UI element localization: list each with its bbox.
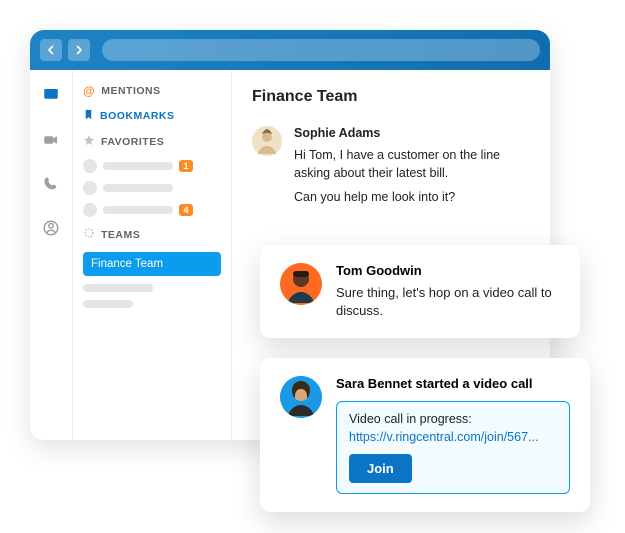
- sidebar-favorites-header[interactable]: FAVORITES: [83, 134, 221, 149]
- bookmarks-label: BOOKMARKS: [100, 110, 175, 122]
- mentions-label: MENTIONS: [101, 85, 160, 97]
- message-line: Can you help me look into it?: [294, 188, 514, 206]
- teams-icon: [83, 227, 95, 242]
- unread-badge: 1: [179, 160, 193, 172]
- titlebar: [30, 30, 550, 70]
- nav-forward-button[interactable]: [68, 39, 90, 61]
- team-item[interactable]: [83, 300, 221, 308]
- star-icon: [83, 134, 95, 149]
- sidebar: @ MENTIONS BOOKMARKS FAVORITES 1: [72, 70, 232, 440]
- avatar-placeholder: [83, 203, 97, 217]
- reply-author: Tom Goodwin: [336, 263, 560, 278]
- sidebar-bookmarks[interactable]: BOOKMARKS: [83, 108, 221, 124]
- teams-label: TEAMS: [101, 229, 140, 241]
- favorite-item[interactable]: 4: [83, 203, 221, 217]
- text-placeholder: [103, 184, 173, 192]
- reply-card: Tom Goodwin Sure thing, let's hop on a v…: [260, 245, 580, 338]
- sidebar-mentions[interactable]: @ MENTIONS: [83, 84, 221, 98]
- sidebar-teams-header[interactable]: TEAMS: [83, 227, 221, 242]
- favorites-label: FAVORITES: [101, 136, 164, 148]
- avatar: [252, 126, 282, 156]
- messages-icon[interactable]: [42, 86, 60, 109]
- video-call-card: Sara Bennet started a video call Video c…: [260, 358, 590, 512]
- reply-text: Sure thing, let's hop on a video call to…: [336, 284, 560, 320]
- chat-message: Sophie Adams Hi Tom, I have a customer o…: [252, 126, 530, 212]
- text-placeholder: [103, 206, 173, 214]
- call-url[interactable]: https://v.ringcentral.com/join/567...: [349, 430, 557, 444]
- chat-title: Finance Team: [252, 88, 530, 106]
- bookmark-icon: [83, 108, 94, 124]
- team-item-selected[interactable]: Finance Team: [83, 252, 221, 276]
- phone-icon[interactable]: [43, 176, 59, 197]
- call-header: Sara Bennet started a video call: [336, 376, 570, 391]
- call-body: Sara Bennet started a video call Video c…: [336, 376, 570, 494]
- join-button[interactable]: Join: [349, 454, 412, 483]
- app-iconbar: [30, 70, 72, 440]
- text-placeholder: [83, 300, 133, 308]
- avatar: [280, 376, 322, 418]
- video-icon[interactable]: [42, 131, 60, 154]
- message-body: Sophie Adams Hi Tom, I have a customer o…: [294, 126, 514, 212]
- unread-badge: 4: [179, 204, 193, 216]
- reply-body: Tom Goodwin Sure thing, let's hop on a v…: [336, 263, 560, 320]
- team-item[interactable]: [83, 284, 221, 292]
- text-placeholder: [103, 162, 173, 170]
- mentions-icon: @: [83, 84, 95, 98]
- message-author: Sophie Adams: [294, 126, 514, 140]
- text-placeholder: [83, 284, 153, 292]
- avatar: [280, 263, 322, 305]
- call-progress-label: Video call in progress:: [349, 412, 557, 426]
- address-bar[interactable]: [102, 39, 540, 61]
- favorite-item[interactable]: [83, 181, 221, 195]
- message-line: Hi Tom, I have a customer on the line as…: [294, 146, 514, 182]
- profile-icon[interactable]: [42, 219, 60, 242]
- favorite-item[interactable]: 1: [83, 159, 221, 173]
- call-box: Video call in progress: https://v.ringce…: [336, 401, 570, 494]
- nav-back-button[interactable]: [40, 39, 62, 61]
- avatar-placeholder: [83, 159, 97, 173]
- avatar-placeholder: [83, 181, 97, 195]
